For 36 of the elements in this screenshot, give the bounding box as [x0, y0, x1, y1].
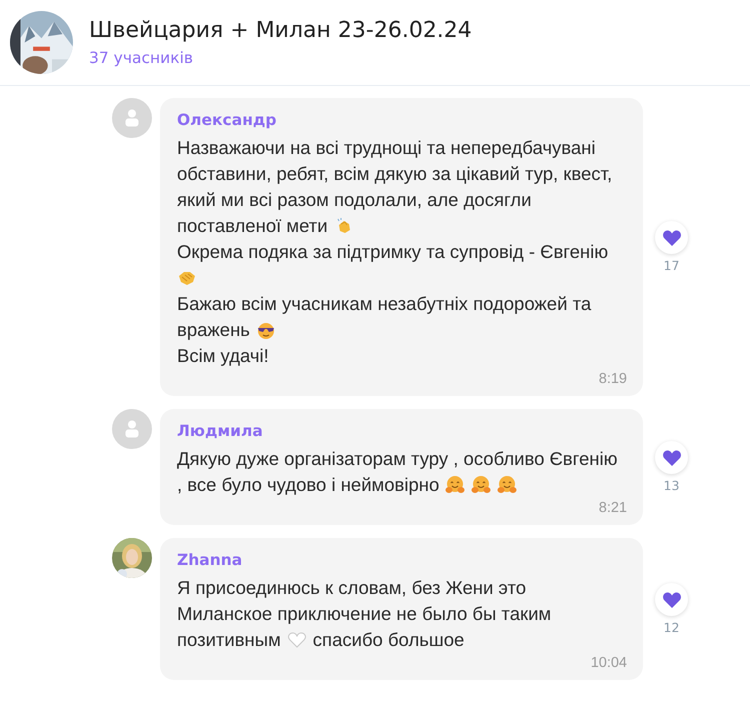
message-text: Миланское приключение не было бы таким [177, 602, 552, 626]
message-text: Всім удачі! [177, 344, 269, 368]
hugging-face-icon [445, 475, 466, 495]
heart-outline-icon [286, 630, 307, 650]
message-text: Назважаючи на всі труднощі та непередбачувані [177, 136, 596, 160]
member-count[interactable]: 37 учасників [89, 49, 194, 67]
message-text: , все було чудово і неймовірно [177, 473, 440, 497]
message-text: Окрема подяка за підтримку та супровід - Євгенію [177, 240, 608, 264]
message-time: 8:19 [598, 371, 627, 387]
like-button[interactable] [655, 583, 688, 616]
heart-icon [662, 448, 682, 466]
author-name[interactable]: Олександр [177, 111, 277, 129]
sunglasses-face-icon [256, 320, 276, 340]
like-count: 13 [664, 478, 680, 493]
message-text: поставленої мети [177, 214, 328, 238]
message-time: 8:21 [598, 500, 627, 516]
hugging-face-icon [471, 475, 492, 495]
message-time: 10:04 [590, 655, 627, 671]
message-text: Дякую дуже організаторам туру , особливо Євгенію [177, 447, 618, 471]
message-text: який ми всі разом подолали, але досягли [177, 188, 532, 212]
message-text: спасибо большое [312, 628, 464, 652]
like-button[interactable] [655, 221, 688, 254]
heart-icon [662, 590, 682, 608]
hugging-face-icon [497, 475, 518, 495]
like-count: 12 [664, 620, 680, 635]
message-text: Бажаю всім учасникам незабутніх подорожей та [177, 292, 592, 316]
message-text: позитивным [177, 628, 281, 652]
message-text: вражень [177, 318, 250, 342]
message-text: Я присоединюсь к словам, без Жени это [177, 576, 526, 600]
like-button[interactable] [655, 441, 688, 474]
heart-icon [662, 228, 682, 246]
chat-title: Швейцария + Милан 23-26.02.24 [89, 18, 472, 43]
like-count: 17 [664, 258, 680, 273]
message-text: обставини, ребят, всім дякую за цікавий тур, квест, [177, 162, 612, 186]
author-name[interactable]: Людмила [177, 422, 263, 440]
author-name[interactable]: Zhanna [177, 551, 242, 569]
